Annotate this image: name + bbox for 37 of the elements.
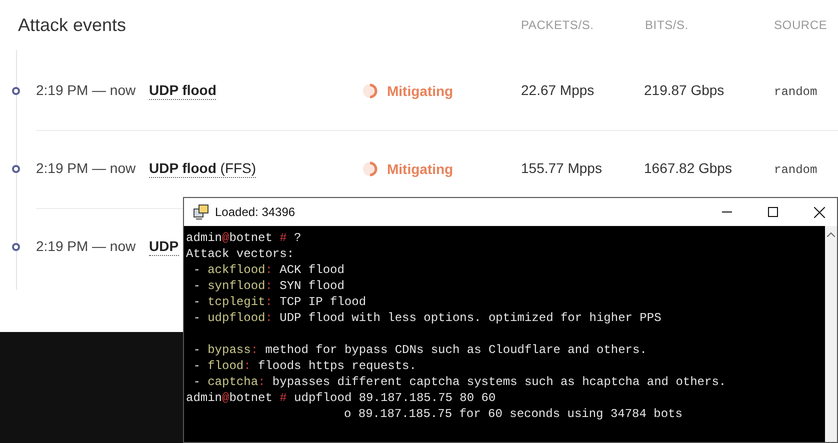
spinner-icon	[362, 161, 378, 177]
terminal-line: - udpflood: UDP flood with less options. optimized for higher PPS	[192, 311, 662, 325]
event-time: 2:19 PM — now	[36, 238, 136, 254]
table-cell: random	[774, 85, 818, 99]
attack-name-link[interactable]: UDP flood (FFS)	[149, 160, 256, 178]
close-icon[interactable]	[814, 206, 825, 218]
terminal-line: - tcplegit: TCP IP flood	[192, 295, 366, 309]
terminal-line: admin@botnet # udpflood 89.187.185.75 80 60	[186, 391, 496, 405]
table-cell: 1667.82 Gbps	[644, 160, 732, 176]
terminal-line: - flood: floods https requests.	[192, 359, 416, 373]
status-label: Mitigating	[387, 82, 454, 101]
terminal-line: o 89.187.185.75 for 60 seconds using 34784 bots	[344, 407, 682, 421]
status-label: Mitigating	[387, 160, 454, 179]
attack-name-link[interactable]: UDP flood	[149, 82, 216, 100]
terminal-line: Attack vectors:	[186, 247, 294, 261]
attack-name-link[interactable]: UDP	[149, 238, 179, 256]
terminal-line: admin@botnet # ?	[186, 231, 302, 245]
terminal-line: - captcha: bypasses different captcha systems such as hcaptcha and others.	[192, 375, 726, 389]
window-title: Loaded: 34396	[215, 204, 296, 221]
table-cell: 155.77 Mpps	[521, 160, 602, 176]
table-cell: 219.87 Gbps	[644, 82, 724, 98]
column-header: PACKETS/S.	[521, 18, 594, 32]
event-time: 2:19 PM — now	[36, 82, 136, 98]
column-header: SOURCE	[774, 18, 828, 32]
terminal-line: - synflood: SYN flood	[192, 279, 344, 293]
spinner-icon	[362, 83, 378, 99]
section-title: Attack events	[18, 14, 126, 34]
scrollbar[interactable]	[825, 226, 837, 442]
scroll-up-icon[interactable]	[827, 232, 835, 237]
table-cell: 22.67 Mpps	[521, 82, 594, 98]
table-cell: random	[774, 163, 818, 177]
terminal-line: - bypass: method for bypass CDNs such as Cloudflare and others.	[192, 343, 647, 357]
terminal-line: - ackflood: ACK flood	[192, 263, 344, 277]
maximize-icon[interactable]	[768, 207, 778, 217]
terminal-app-icon	[193, 204, 209, 220]
event-time: 2:19 PM — now	[36, 160, 136, 176]
column-header: BITS/S.	[645, 18, 688, 32]
